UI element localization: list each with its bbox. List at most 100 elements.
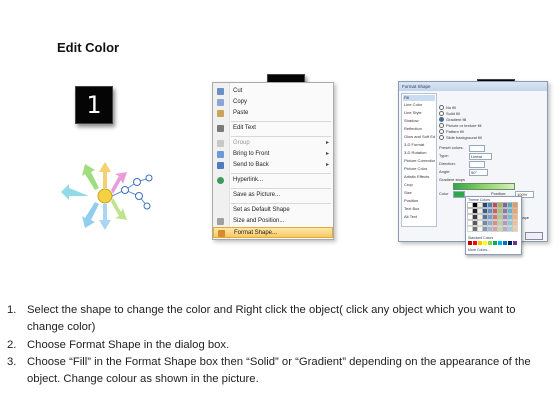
theme-color-swatch[interactable] bbox=[467, 208, 473, 214]
more-colors-item[interactable]: More Colors... bbox=[468, 248, 490, 252]
nav-item-size[interactable]: Size bbox=[403, 190, 435, 196]
angle-input[interactable]: 90° bbox=[469, 169, 488, 176]
theme-color-swatch[interactable] bbox=[497, 226, 503, 232]
menu-item-edit-text[interactable]: Edit Text bbox=[213, 123, 333, 134]
theme-color-swatch[interactable] bbox=[507, 214, 513, 220]
standard-color-swatch[interactable] bbox=[488, 241, 492, 245]
theme-color-swatch[interactable] bbox=[467, 214, 473, 220]
standard-color-swatch[interactable] bbox=[483, 241, 487, 245]
theme-color-swatch[interactable] bbox=[507, 202, 513, 208]
standard-color-swatch[interactable] bbox=[473, 241, 477, 245]
theme-color-swatch[interactable] bbox=[512, 214, 518, 220]
theme-color-swatch[interactable] bbox=[482, 214, 488, 220]
arrow-diagram-graphic[interactable] bbox=[55, 162, 155, 230]
nav-item-glow[interactable]: Glow and Soft Edges bbox=[403, 134, 435, 140]
menu-item-paste[interactable]: Paste bbox=[213, 108, 333, 119]
theme-color-swatch[interactable] bbox=[472, 208, 478, 214]
nav-item-picture-color[interactable]: Picture Color bbox=[403, 166, 435, 172]
menu-item-send-to-back[interactable]: Send to Back ▸ bbox=[213, 160, 333, 171]
theme-color-swatch[interactable] bbox=[472, 202, 478, 208]
theme-color-swatch[interactable] bbox=[487, 214, 493, 220]
theme-color-swatch[interactable] bbox=[497, 214, 503, 220]
theme-color-swatch[interactable] bbox=[477, 202, 483, 208]
standard-color-swatch[interactable] bbox=[498, 241, 502, 245]
theme-color-swatch[interactable] bbox=[467, 220, 473, 226]
theme-color-swatch[interactable] bbox=[487, 220, 493, 226]
menu-item-copy[interactable]: Copy bbox=[213, 97, 333, 108]
theme-color-swatch[interactable] bbox=[507, 220, 513, 226]
fill-option-slide-background[interactable]: Slide background fill bbox=[439, 135, 482, 141]
type-dropdown[interactable]: Linear bbox=[469, 153, 492, 160]
nav-item-text-box[interactable]: Text Box bbox=[403, 206, 435, 212]
standard-color-swatch[interactable] bbox=[508, 241, 512, 245]
nav-item-artistic-effects[interactable]: Artistic Effects bbox=[403, 174, 435, 180]
theme-color-swatch[interactable] bbox=[492, 202, 498, 208]
menu-item-save-as-picture[interactable]: Save as Picture... bbox=[213, 190, 333, 201]
theme-color-swatch[interactable] bbox=[502, 208, 508, 214]
nav-item-position[interactable]: Position bbox=[403, 198, 435, 204]
menu-item-group[interactable]: Group ▸ bbox=[213, 138, 333, 149]
theme-color-swatch[interactable] bbox=[477, 220, 483, 226]
instruction-step-3: 3. Choose “Fill” in the Format Shape box… bbox=[7, 355, 531, 386]
nav-item-crop[interactable]: Crop bbox=[403, 182, 435, 188]
theme-color-swatch[interactable] bbox=[512, 226, 518, 232]
nav-item-fill[interactable]: Fill bbox=[403, 95, 435, 101]
menu-item-hyperlink[interactable]: Hyperlink... bbox=[213, 175, 333, 186]
nav-item-line-style[interactable]: Line Style bbox=[403, 110, 435, 116]
theme-color-swatch[interactable] bbox=[467, 226, 473, 232]
gradient-stops-bar[interactable] bbox=[453, 183, 515, 190]
theme-color-swatch[interactable] bbox=[507, 226, 513, 232]
theme-color-swatch[interactable] bbox=[502, 226, 508, 232]
standard-color-swatch[interactable] bbox=[493, 241, 497, 245]
theme-color-swatch[interactable] bbox=[482, 226, 488, 232]
theme-color-swatch[interactable] bbox=[477, 226, 483, 232]
nav-item-3d-format[interactable]: 3-D Format bbox=[403, 142, 435, 148]
menu-item-format-shape[interactable]: Format Shape... bbox=[213, 227, 333, 238]
direction-dropdown[interactable] bbox=[469, 161, 485, 168]
menu-item-size-and-position[interactable]: Size and Position... bbox=[213, 216, 333, 227]
theme-color-swatch[interactable] bbox=[502, 202, 508, 208]
theme-color-swatch[interactable] bbox=[502, 220, 508, 226]
theme-color-swatch[interactable] bbox=[492, 226, 498, 232]
theme-color-swatch[interactable] bbox=[497, 202, 503, 208]
theme-color-swatch[interactable] bbox=[492, 220, 498, 226]
theme-color-swatch[interactable] bbox=[502, 214, 508, 220]
nav-item-picture-corrections[interactable]: Picture Corrections bbox=[403, 158, 435, 164]
standard-color-swatch[interactable] bbox=[468, 241, 472, 245]
theme-color-swatch[interactable] bbox=[477, 214, 483, 220]
theme-color-swatch[interactable] bbox=[512, 202, 518, 208]
theme-color-swatch[interactable] bbox=[507, 208, 513, 214]
theme-color-swatch[interactable] bbox=[487, 202, 493, 208]
standard-color-swatch[interactable] bbox=[503, 241, 507, 245]
theme-color-swatch[interactable] bbox=[472, 226, 478, 232]
nav-item-line-color[interactable]: Line Color bbox=[403, 102, 435, 108]
menu-item-bring-to-front[interactable]: Bring to Front ▸ bbox=[213, 149, 333, 160]
menu-item-cut[interactable]: Cut bbox=[213, 86, 333, 97]
nav-item-3d-rotation[interactable]: 3-D Rotation bbox=[403, 150, 435, 156]
color-picker-button[interactable] bbox=[453, 191, 465, 198]
nav-item-alt-text[interactable]: Alt Text bbox=[403, 214, 435, 220]
theme-color-swatch[interactable] bbox=[487, 226, 493, 232]
preset-colors-dropdown[interactable] bbox=[469, 145, 485, 152]
theme-color-swatch[interactable] bbox=[487, 208, 493, 214]
theme-color-swatch[interactable] bbox=[472, 220, 478, 226]
theme-color-swatch[interactable] bbox=[482, 220, 488, 226]
standard-color-swatch[interactable] bbox=[513, 241, 517, 245]
theme-color-swatch[interactable] bbox=[472, 214, 478, 220]
theme-color-swatch[interactable] bbox=[512, 208, 518, 214]
close-button[interactable] bbox=[525, 232, 543, 240]
submenu-arrow-icon: ▸ bbox=[325, 140, 329, 146]
theme-color-swatch[interactable] bbox=[497, 220, 503, 226]
theme-color-swatch[interactable] bbox=[512, 220, 518, 226]
standard-color-swatch[interactable] bbox=[478, 241, 482, 245]
nav-item-shadow[interactable]: Shadow bbox=[403, 118, 435, 124]
menu-item-set-default-shape[interactable]: Set as Default Shape bbox=[213, 205, 333, 216]
theme-color-swatch[interactable] bbox=[477, 208, 483, 214]
theme-color-swatch[interactable] bbox=[482, 202, 488, 208]
theme-color-swatch[interactable] bbox=[467, 202, 473, 208]
theme-color-swatch[interactable] bbox=[482, 208, 488, 214]
theme-color-swatch[interactable] bbox=[492, 214, 498, 220]
theme-color-swatch[interactable] bbox=[492, 208, 498, 214]
nav-item-reflection[interactable]: Reflection bbox=[403, 126, 435, 132]
theme-color-swatch[interactable] bbox=[497, 208, 503, 214]
